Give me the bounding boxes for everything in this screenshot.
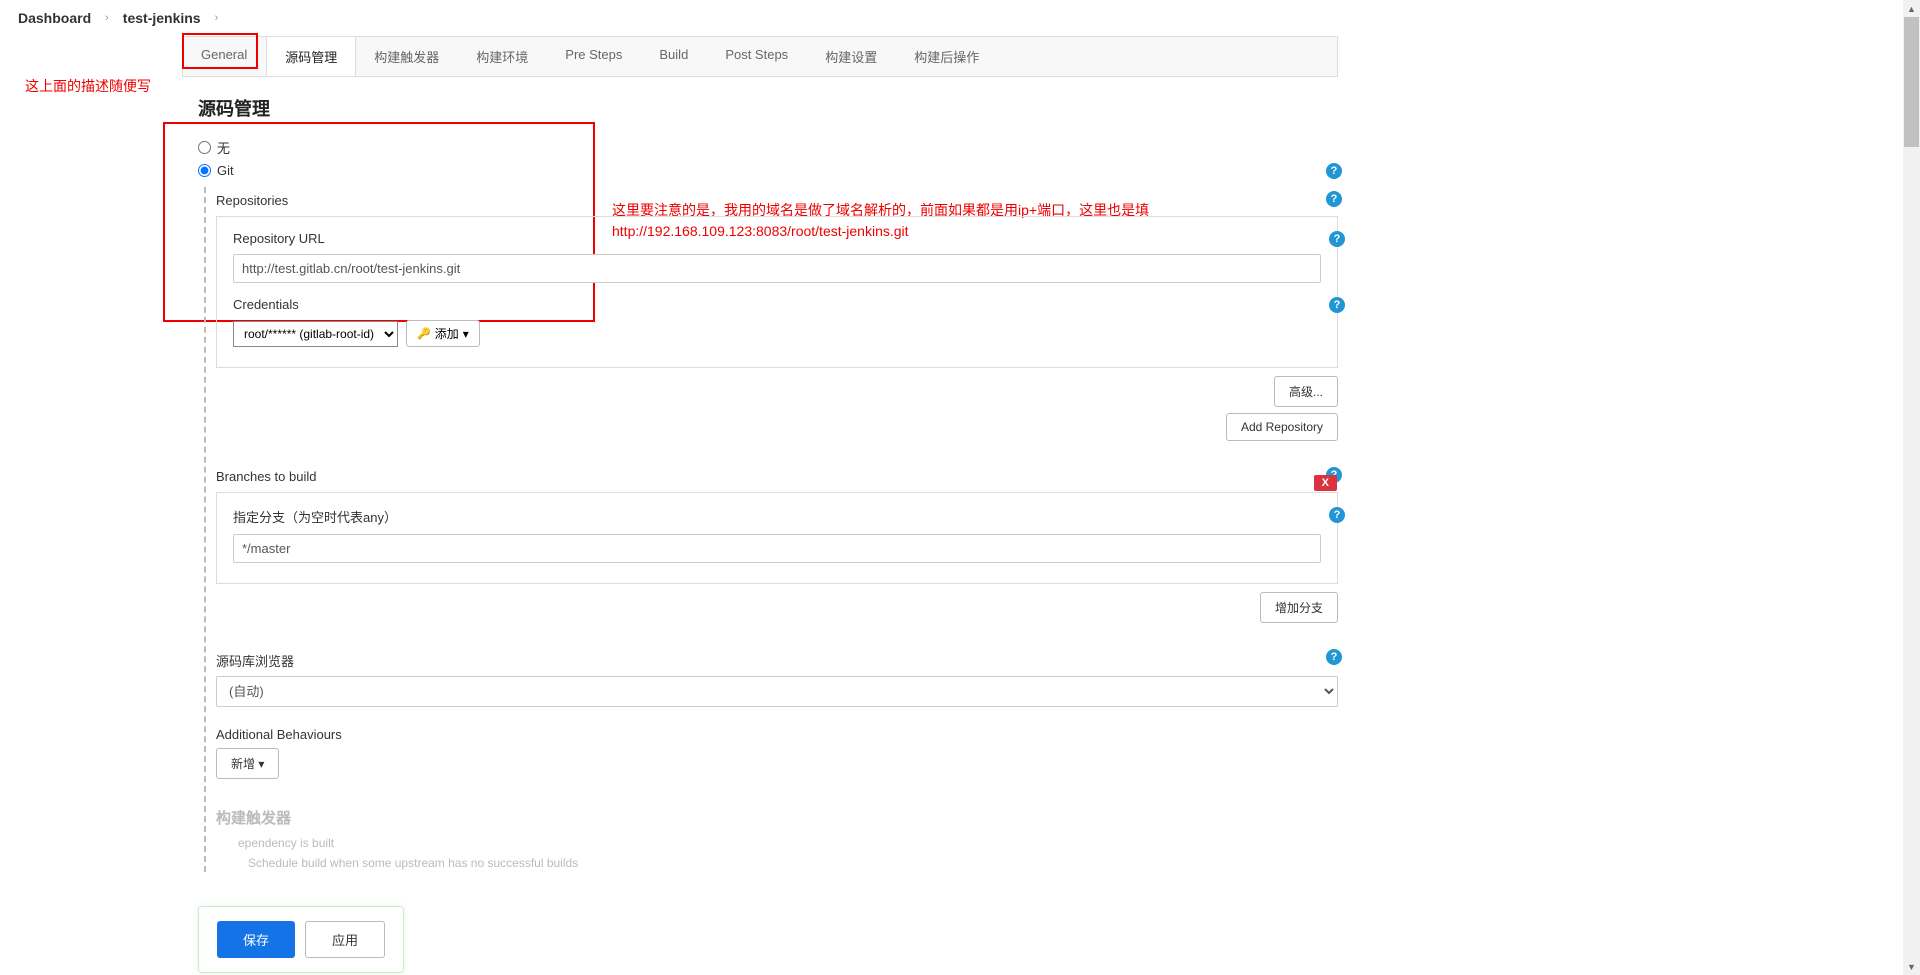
- breadcrumb-project[interactable]: test-jenkins: [123, 10, 201, 26]
- scroll-up-arrow-icon[interactable]: ▲: [1903, 0, 1920, 17]
- credentials-label: Credentials: [233, 297, 1321, 320]
- scroll-down-arrow-icon[interactable]: ▼: [1903, 958, 1920, 975]
- tab-build[interactable]: Build: [641, 37, 707, 76]
- help-icon[interactable]: ?: [1326, 163, 1342, 179]
- tab-general[interactable]: General: [183, 37, 266, 76]
- tab-build-settings[interactable]: 构建设置: [807, 37, 896, 76]
- key-icon: 🔑: [417, 327, 431, 340]
- radio-none[interactable]: [198, 141, 211, 154]
- advanced-button[interactable]: 高级...: [1274, 376, 1338, 407]
- additional-behaviours-label: Additional Behaviours: [216, 721, 1338, 748]
- help-icon[interactable]: ?: [1329, 231, 1345, 247]
- radio-none-label: 无: [217, 138, 230, 157]
- vertical-scrollbar[interactable]: ▲ ▼: [1903, 0, 1920, 975]
- chevron-right-icon: ›: [105, 12, 109, 24]
- tab-post-build[interactable]: 构建后操作: [896, 37, 998, 76]
- tab-scm[interactable]: 源码管理: [266, 37, 356, 76]
- credentials-select[interactable]: root/****** (gitlab-root-id): [233, 321, 398, 347]
- delete-branch-button[interactable]: X: [1314, 475, 1337, 491]
- add-behaviour-button[interactable]: 新增 ▾: [216, 748, 279, 779]
- repo-browser-select[interactable]: (自动): [216, 676, 1338, 707]
- trigger-option-upstream: Schedule build when some upstream has no…: [216, 852, 1338, 872]
- branches-heading: Branches to build ?: [216, 463, 1338, 490]
- branch-spec-label: 指定分支（为空时代表any）: [233, 507, 1321, 534]
- radio-git-label: Git: [217, 163, 234, 178]
- annotation-text-top: 这上面的描述随便写: [25, 76, 151, 96]
- floating-action-bar: 保存 应用: [198, 906, 404, 973]
- radio-git[interactable]: [198, 164, 211, 177]
- save-button[interactable]: 保存: [217, 921, 295, 958]
- section-title-scm: 源码管理: [198, 77, 1338, 135]
- apply-button[interactable]: 应用: [305, 921, 385, 958]
- caret-down-icon: ▾: [258, 757, 264, 771]
- chevron-right-icon: ›: [215, 12, 219, 24]
- scrollbar-thumb[interactable]: [1904, 17, 1919, 147]
- browser-label: 源码库浏览器 ?: [216, 645, 1338, 676]
- tab-post-steps[interactable]: Post Steps: [707, 37, 807, 76]
- help-icon[interactable]: ?: [1326, 649, 1342, 665]
- repo-url-input[interactable]: [233, 254, 1321, 283]
- help-icon[interactable]: ?: [1329, 507, 1345, 523]
- breadcrumb: Dashboard › test-jenkins ›: [0, 0, 1545, 36]
- trigger-option-dependency: ependency is built: [216, 832, 1338, 852]
- config-tabs: General 源码管理 构建触发器 构建环境 Pre Steps Build …: [182, 36, 1338, 77]
- help-icon[interactable]: ?: [1326, 191, 1342, 207]
- repo-url-label: Repository URL: [233, 231, 1321, 254]
- add-repository-button[interactable]: Add Repository: [1226, 413, 1338, 441]
- breadcrumb-dashboard[interactable]: Dashboard: [18, 10, 91, 26]
- repositories-heading: Repositories ?: [216, 187, 1338, 214]
- section-title-triggers: 构建触发器: [216, 793, 1338, 832]
- branch-spec-input[interactable]: [233, 534, 1321, 563]
- tab-pre-steps[interactable]: Pre Steps: [547, 37, 641, 76]
- tab-environment[interactable]: 构建环境: [458, 37, 547, 76]
- caret-down-icon: ▾: [463, 327, 469, 341]
- branch-block: X 指定分支（为空时代表any） ?: [216, 492, 1338, 584]
- help-icon[interactable]: ?: [1329, 297, 1345, 313]
- add-credentials-button[interactable]: 🔑 添加 ▾: [406, 320, 480, 347]
- repository-block: Repository URL ? Credentials ? root/****…: [216, 216, 1338, 368]
- tab-triggers[interactable]: 构建触发器: [356, 37, 458, 76]
- add-branch-button[interactable]: 增加分支: [1260, 592, 1338, 623]
